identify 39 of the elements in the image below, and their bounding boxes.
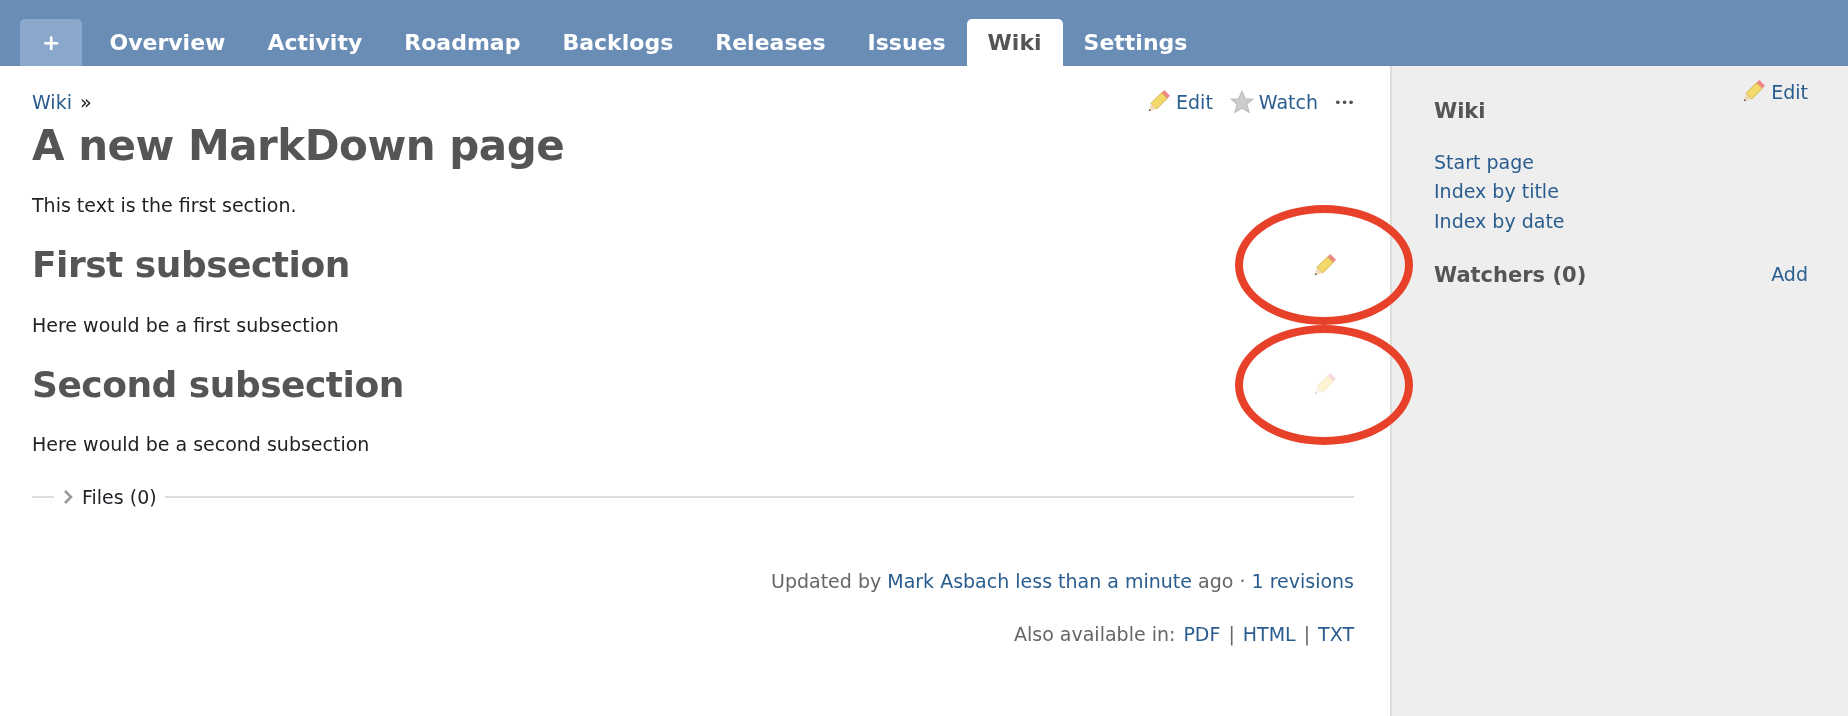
separator: | <box>1228 621 1235 648</box>
edit-link[interactable]: Edit <box>1771 78 1808 107</box>
author-link[interactable]: Mark Asbach <box>887 570 1010 593</box>
section-heading: Second subsection <box>32 363 404 407</box>
tab[interactable]: Roadmap <box>383 19 542 66</box>
add-link[interactable]: Add <box>1771 260 1808 289</box>
tab[interactable]: Settings <box>1062 19 1209 66</box>
paragraph: Here would be a second subsection <box>32 432 371 458</box>
breadcrumb-separator: » <box>79 90 92 115</box>
format-link[interactable]: HTML <box>1242 619 1296 649</box>
sidebar-link[interactable]: Index by title <box>1434 177 1808 207</box>
star-icon[interactable] <box>1228 89 1255 116</box>
tab[interactable]: Activity <box>246 19 384 66</box>
tab[interactable]: Overview <box>88 19 247 66</box>
tab[interactable]: Wiki <box>966 19 1063 66</box>
action-link[interactable]: Watch <box>1258 88 1318 117</box>
sidebar-heading: Watchers (0) <box>1434 263 1587 289</box>
sidebar-link[interactable]: Index by date <box>1434 206 1808 236</box>
format-link[interactable]: PDF <box>1183 619 1221 649</box>
sidebar-heading: Wiki <box>1434 98 1487 124</box>
formats-label: Also available in: <box>1014 621 1176 647</box>
tab[interactable]: Issues <box>846 19 967 66</box>
paragraph: Here would be a first subsection <box>32 312 340 338</box>
tab[interactable]: Releases <box>694 19 847 66</box>
page-title: A new MarkDown page <box>32 120 566 171</box>
sidebar-link[interactable]: Start page <box>1434 147 1808 178</box>
revisions-link[interactable]: 1 revisions <box>1251 570 1354 593</box>
action-link[interactable]: Edit <box>1176 88 1213 117</box>
tab[interactable]: Backlogs <box>541 19 695 66</box>
time-link[interactable]: less than a minute <box>1015 570 1192 593</box>
update-info: Updated by Mark Asbach less than a minute ago · 1 revisions <box>770 569 1354 595</box>
breadcrumb-link[interactable]: Wiki <box>32 88 72 117</box>
separator: | <box>1303 621 1311 648</box>
section-heading: First subsection <box>32 243 350 287</box>
more-menu[interactable]: ••• <box>1334 92 1354 112</box>
paragraph: This text is the first section. <box>32 192 298 218</box>
chevron-icon[interactable] <box>62 489 74 505</box>
files-toggle[interactable]: Files (0) <box>82 482 157 512</box>
format-link[interactable]: TXT <box>1318 619 1354 649</box>
